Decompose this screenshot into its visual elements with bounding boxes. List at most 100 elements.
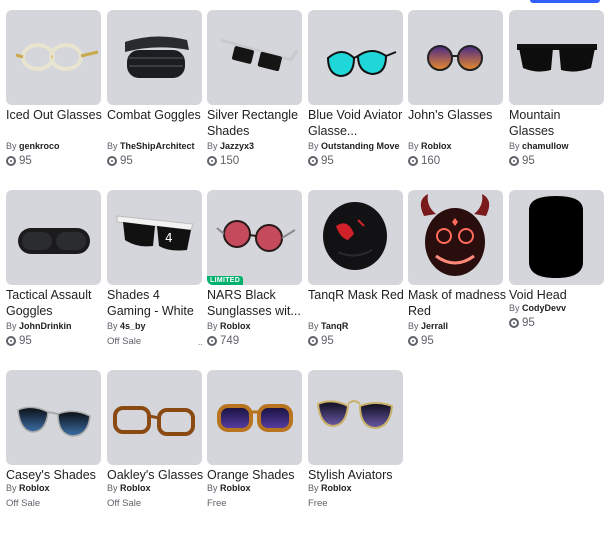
item-name[interactable]: John's Glasses — [408, 107, 508, 123]
item-thumbnail[interactable] — [207, 370, 302, 465]
item-name[interactable]: Shades 4 Gaming - White — [107, 287, 207, 319]
item-creator[interactable]: By Roblox — [107, 483, 207, 493]
catalog-item-card[interactable]: Silver Rectangle Shades By Jazzyx3 150 — [207, 10, 303, 180]
item-name[interactable]: Orange Shades — [207, 467, 307, 483]
creator-name[interactable]: genkroco — [19, 141, 60, 151]
item-thumbnail[interactable] — [6, 370, 101, 465]
item-price-status: Free — [308, 498, 328, 509]
item-creator[interactable]: By Jerrall — [408, 321, 508, 331]
item-name[interactable]: Casey's Shades — [6, 467, 106, 483]
robux-icon — [308, 156, 318, 166]
creator-name[interactable]: Roblox — [19, 483, 50, 493]
item-thumbnail[interactable] — [408, 10, 503, 105]
creator-name[interactable]: Outstanding Move — [321, 141, 400, 151]
creator-name[interactable]: Roblox — [120, 483, 151, 493]
creator-name[interactable]: CodyDevv — [522, 303, 566, 313]
catalog-item-card[interactable]: Mountain Glasses By chamullow 95 — [509, 10, 605, 180]
catalog-item-card[interactable]: Tactical Assault Goggles By JohnDrinkin … — [6, 190, 102, 360]
creator-name[interactable]: Roblox — [220, 321, 251, 331]
catalog-item-card[interactable]: John's Glasses By Roblox 160 — [408, 10, 504, 180]
creator-name[interactable]: Roblox — [321, 483, 352, 493]
item-creator[interactable]: By Roblox — [207, 321, 307, 331]
creator-name[interactable]: Roblox — [421, 141, 452, 151]
item-price-status: Off Sale — [107, 336, 142, 347]
item-name[interactable]: Mountain Glasses — [509, 107, 609, 139]
item-creator[interactable]: By Roblox — [6, 483, 106, 493]
item-name[interactable]: Combat Goggles — [107, 107, 207, 123]
item-creator[interactable]: By TheShipArchitect — [107, 141, 207, 151]
item-thumbnail[interactable] — [207, 10, 302, 105]
catalog-item-card[interactable]: Mask of madness Red By Jerrall 95 — [408, 190, 506, 360]
item-name[interactable]: Iced Out Glasses — [6, 107, 106, 123]
limited-badge: LIMITED — [207, 276, 244, 285]
item-name[interactable]: Mask of madness Red — [408, 287, 508, 319]
item-thumbnail[interactable] — [107, 10, 202, 105]
creator-name[interactable]: TheShipArchitect — [120, 141, 195, 151]
catalog-item-card[interactable]: Void Head By CodyDevv 95 — [509, 190, 605, 360]
catalog-item-card[interactable]: Stylish Aviators By Roblox Free — [308, 370, 404, 540]
creator-name[interactable]: JohnDrinkin — [19, 321, 72, 331]
item-thumbnail[interactable] — [509, 190, 604, 285]
item-name[interactable]: Silver Rectangle Shades — [207, 107, 307, 139]
item-thumbnail[interactable] — [6, 10, 101, 105]
item-thumbnail[interactable] — [408, 190, 503, 285]
item-creator[interactable]: By CodyDevv — [509, 303, 609, 313]
by-label: By — [107, 141, 118, 151]
creator-name[interactable]: 4s_by — [120, 321, 146, 331]
creator-name[interactable]: TanqR — [321, 321, 348, 331]
item-price: 95 — [408, 335, 434, 347]
item-creator[interactable]: By TanqR — [308, 321, 408, 331]
item-thumbnail[interactable] — [6, 190, 101, 285]
item-thumbnail[interactable]: 4 — [107, 190, 202, 285]
item-creator[interactable]: By Roblox — [408, 141, 508, 151]
item-name[interactable]: TanqR Mask Red — [308, 287, 408, 303]
creator-name[interactable]: Jazzyx3 — [220, 141, 254, 151]
item-thumbnail[interactable] — [308, 370, 403, 465]
item-thumbnail[interactable]: LIMITED — [207, 190, 302, 285]
catalog-item-card[interactable]: LIMITED NARS Black Sunglasses wit... By … — [198, 190, 303, 360]
item-creator[interactable]: By Jazzyx3 — [207, 141, 307, 151]
by-label: By — [207, 141, 218, 151]
ellipsis-mark: .. — [198, 338, 203, 347]
item-creator[interactable]: By Roblox — [207, 483, 307, 493]
item-price: 95 — [509, 317, 535, 329]
catalog-item-card[interactable]: TanqR Mask Red By TanqR 95 — [308, 190, 404, 360]
item-creator[interactable]: By Roblox — [308, 483, 408, 493]
robux-icon — [6, 336, 16, 346]
item-thumbnail[interactable] — [308, 190, 403, 285]
item-creator[interactable]: By 4s_by — [107, 321, 207, 331]
catalog-item-card[interactable]: Iced Out Glasses By genkroco 95 — [6, 10, 102, 180]
item-creator[interactable]: By Outstanding Move — [308, 141, 408, 151]
item-creator[interactable]: By genkroco — [6, 141, 106, 151]
catalog-grid: Iced Out Glasses By genkroco 95 Combat G… — [0, 0, 612, 533]
catalog-item-card[interactable]: Casey's Shades By Roblox Off Sale — [6, 370, 102, 540]
item-thumbnail[interactable] — [107, 370, 202, 465]
price-value: 95 — [19, 335, 32, 347]
item-name[interactable]: Blue Void Aviator Glasse... — [308, 107, 408, 139]
catalog-item-card[interactable]: Blue Void Aviator Glasse... By Outstandi… — [308, 10, 404, 180]
item-name[interactable]: Tactical Assault Goggles — [6, 287, 106, 319]
caseys-shades-icon — [17, 406, 91, 437]
catalog-item-card[interactable]: Oakley's Glasses By Roblox Off Sale — [107, 370, 203, 540]
item-name[interactable]: Oakley's Glasses — [107, 467, 207, 483]
creator-name[interactable]: Jerrall — [421, 321, 448, 331]
mask-of-madness-icon — [420, 194, 490, 276]
item-name[interactable]: NARS Black Sunglasses wit... — [207, 287, 307, 319]
creator-name[interactable]: chamullow — [522, 141, 569, 151]
item-thumbnail[interactable] — [509, 10, 604, 105]
item-name[interactable]: Void Head — [509, 287, 609, 303]
nars-sunglasses-icon — [216, 220, 296, 252]
catalog-item-card[interactable]: 4 Shades 4 Gaming - White By 4s_by Off S… — [107, 190, 203, 360]
price-value: 150 — [220, 155, 240, 167]
creator-name[interactable]: Roblox — [220, 483, 251, 493]
item-creator[interactable]: By JohnDrinkin — [6, 321, 106, 331]
item-name[interactable]: Stylish Aviators — [308, 467, 408, 483]
catalog-item-card[interactable]: Orange Shades By Roblox Free — [207, 370, 303, 540]
item-creator[interactable]: By chamullow — [509, 141, 609, 151]
catalog-item-card[interactable]: Combat Goggles By TheShipArchitect 95 — [107, 10, 203, 180]
by-label: By — [6, 321, 17, 331]
item-thumbnail[interactable] — [308, 10, 403, 105]
mountain-glasses-icon — [517, 44, 597, 72]
robux-icon — [207, 336, 217, 346]
price-value: 95 — [522, 155, 535, 167]
